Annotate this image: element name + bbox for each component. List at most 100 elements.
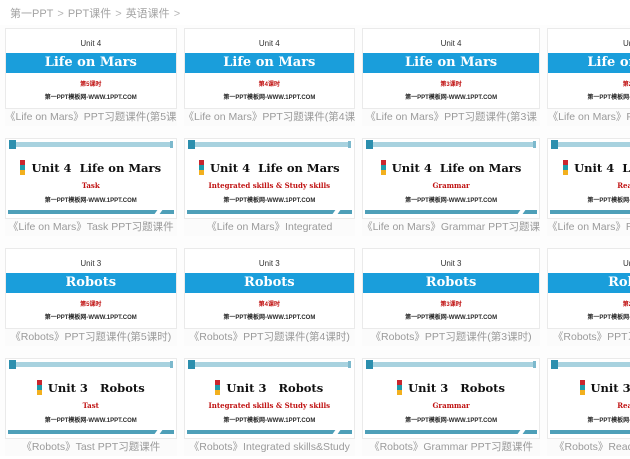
courseware-thumbnail[interactable]: Unit 4 Life on Mars 第5课时 第一PPT模板网-WWW.1P…: [5, 28, 177, 109]
courseware-thumbnail[interactable]: Unit 4 Life on Mars Reading 第一PPT模板网-WWW…: [547, 138, 630, 219]
top-bar-decoration: [366, 362, 536, 367]
courseware-caption-link[interactable]: 《Life on Mars》Grammar PPT习题课: [362, 219, 540, 236]
courseware-thumbnail[interactable]: Unit 3 Robots Grammar 第一PPT模板网-WWW.1PPT.…: [362, 358, 540, 439]
courseware-thumbnail[interactable]: Unit 3 Robots Integrated skills & Study …: [184, 358, 356, 439]
slide-subtitle: Grammar: [363, 181, 539, 190]
watermark-text: 第一PPT模板网-WWW.1PPT.COM: [6, 312, 176, 321]
lesson-number: 第2课时: [548, 299, 630, 308]
unit-label: Unit 4: [363, 39, 539, 48]
lesson-number: 第2课时: [548, 79, 630, 88]
bottom-bar-decoration: [365, 430, 537, 434]
unit-label: Unit 3: [363, 259, 539, 268]
lesson-number: 第3课时: [363, 79, 539, 88]
slide-title: Unit 3 Robots: [226, 381, 323, 395]
courseware-caption-link[interactable]: 《Life on Mars》Reading PPT习题课: [547, 219, 630, 236]
courseware-caption-link[interactable]: 《Life on Mars》PPT习题课件(第5课: [5, 109, 177, 126]
courseware-thumbnail[interactable]: Unit 3 Robots 第3课时 第一PPT模板网-WWW.1PPT.COM: [362, 248, 540, 329]
slide-subtitle: Integrated skills & Study skills: [185, 401, 355, 410]
watermark-text: 第一PPT模板网-WWW.1PPT.COM: [6, 415, 176, 424]
courseware-caption-link[interactable]: 《Life on Mars》PPT习题课件(第3课: [362, 109, 540, 126]
watermark-text: 第一PPT模板网-WWW.1PPT.COM: [363, 92, 539, 101]
courseware-thumbnail[interactable]: Unit 4 Life on Mars Task 第一PPT模板网-WWW.1P…: [5, 138, 177, 219]
watermark-text: 第一PPT模板网-WWW.1PPT.COM: [185, 415, 355, 424]
watermark-text: 第一PPT模板网-WWW.1PPT.COM: [548, 312, 630, 321]
breadcrumb-separator: >: [174, 8, 180, 20]
slide-subtitle: Reading: [548, 181, 630, 190]
lesson-number: 第4课时: [185, 299, 355, 308]
slide-title: Unit 4 Life on Mars: [574, 161, 630, 175]
slide-banner-title: Life on Mars: [548, 53, 630, 73]
slide-title: Unit 4 Life on Mars: [392, 161, 522, 175]
slide-title: Unit 3 Robots: [48, 381, 145, 395]
breadcrumb-link[interactable]: PPT课件: [68, 8, 111, 20]
courseware-item: Unit 4 Life on Mars 第3课时 第一PPT模板网-WWW.1P…: [362, 28, 540, 126]
stacked-cubes-icon: [563, 160, 568, 175]
unit-label: Unit 4: [6, 39, 176, 48]
unit-label: Unit 3: [548, 259, 630, 268]
courseware-thumbnail[interactable]: Unit 3 Robots 第2课时 第一PPT模板网-WWW.1PPT.COM: [547, 248, 630, 329]
breadcrumb-link[interactable]: 英语课件: [126, 8, 170, 20]
courseware-caption-link[interactable]: 《Robots》Tast PPT习题课件: [5, 439, 177, 456]
lesson-number: 第4课时: [185, 79, 355, 88]
watermark-text: 第一PPT模板网-WWW.1PPT.COM: [185, 312, 355, 321]
courseware-item: Unit 4 Life on Mars Grammar 第一PPT模板网-WWW…: [362, 138, 540, 236]
courseware-item: Unit 4 Life on Mars 第2课时 第一PPT模板网-WWW.1P…: [547, 28, 630, 126]
stacked-cubes-icon: [580, 380, 585, 395]
courseware-thumbnail[interactable]: Unit 4 Life on Mars 第4课时 第一PPT模板网-WWW.1P…: [184, 28, 356, 109]
courseware-caption-link[interactable]: 《Robots》PPT习题课件(第5课时): [5, 329, 177, 346]
courseware-caption-link[interactable]: 《Robots》Reading PPT习题课件: [547, 439, 630, 456]
stacked-cubes-icon: [37, 380, 42, 395]
courseware-item: Unit 3 Robots Grammar 第一PPT模板网-WWW.1PPT.…: [362, 358, 540, 456]
slide-subtitle: Integrated skills & Study skills: [185, 181, 355, 190]
courseware-thumbnail[interactable]: Unit 3 Robots 第5课时 第一PPT模板网-WWW.1PPT.COM: [5, 248, 177, 329]
courseware-caption-link[interactable]: 《Life on Mars》PPT习题课件(第2课: [547, 109, 630, 126]
lesson-number: 第3课时: [363, 299, 539, 308]
courseware-thumbnail[interactable]: Unit 4 Life on Mars 第2课时 第一PPT模板网-WWW.1P…: [547, 28, 630, 109]
slide-banner-title: Robots: [6, 273, 176, 293]
courseware-caption-link[interactable]: 《Robots》PPT习题课件(第4课时): [184, 329, 356, 346]
courseware-item: Unit 3 Robots Reading 第一PPT模板网-WWW.1PPT.…: [547, 358, 630, 456]
slide-subtitle: Task: [6, 181, 176, 190]
courseware-caption-link[interactable]: 《Life on Mars》Integrated: [184, 219, 356, 236]
courseware-item: Unit 3 Robots 第5课时 第一PPT模板网-WWW.1PPT.COM…: [5, 248, 177, 346]
top-bar-decoration: [551, 142, 630, 147]
slide-title: Unit 3 Robots: [408, 381, 505, 395]
courseware-caption-link[interactable]: 《Robots》Integrated skills&Study: [184, 439, 356, 456]
stacked-cubes-icon: [397, 380, 402, 395]
stacked-cubes-icon: [381, 160, 386, 175]
stacked-cubes-icon: [215, 380, 220, 395]
courseware-item: Unit 3 Robots Integrated skills & Study …: [184, 358, 356, 456]
courseware-thumbnail[interactable]: Unit 3 Robots Tast 第一PPT模板网-WWW.1PPT.COM: [5, 358, 177, 439]
courseware-caption-link[interactable]: 《Life on Mars》PPT习题课件(第4课: [184, 109, 356, 126]
watermark-text: 第一PPT模板网-WWW.1PPT.COM: [548, 415, 630, 424]
slide-subtitle: Grammar: [363, 401, 539, 410]
bottom-bar-decoration: [550, 210, 630, 214]
stacked-cubes-icon: [20, 160, 25, 175]
watermark-text: 第一PPT模板网-WWW.1PPT.COM: [363, 195, 539, 204]
breadcrumb-link[interactable]: 第一PPT: [10, 8, 53, 20]
courseware-thumbnail[interactable]: Unit 3 Robots 第4课时 第一PPT模板网-WWW.1PPT.COM: [184, 248, 356, 329]
courseware-caption-link[interactable]: 《Robots》PPT习题课件(第3课时): [362, 329, 540, 346]
breadcrumb-separator: >: [115, 8, 121, 20]
breadcrumb-separator: >: [57, 8, 63, 20]
lesson-number: 第5课时: [6, 299, 176, 308]
watermark-text: 第一PPT模板网-WWW.1PPT.COM: [363, 415, 539, 424]
slide-banner-title: Robots: [363, 273, 539, 293]
watermark-text: 第一PPT模板网-WWW.1PPT.COM: [185, 92, 355, 101]
slide-title: Unit 4 Life on Mars: [210, 161, 340, 175]
courseware-caption-link[interactable]: 《Life on Mars》Task PPT习题课件: [5, 219, 177, 236]
top-bar-decoration: [551, 362, 630, 367]
courseware-caption-link[interactable]: 《Robots》PPT习题课件(第2课时): [547, 329, 630, 346]
unit-label: Unit 3: [185, 259, 355, 268]
courseware-thumbnail[interactable]: Unit 4 Life on Mars Grammar 第一PPT模板网-WWW…: [362, 138, 540, 219]
bottom-bar-decoration: [8, 430, 174, 434]
courseware-caption-link[interactable]: 《Robots》Grammar PPT习题课件: [362, 439, 540, 456]
slide-banner-title: Life on Mars: [185, 53, 355, 73]
courseware-thumbnail[interactable]: Unit 3 Robots Reading 第一PPT模板网-WWW.1PPT.…: [547, 358, 630, 439]
top-bar-decoration: [9, 362, 173, 367]
courseware-thumbnail[interactable]: Unit 4 Life on Mars 第3课时 第一PPT模板网-WWW.1P…: [362, 28, 540, 109]
unit-label: Unit 4: [548, 39, 630, 48]
top-bar-decoration: [9, 142, 173, 147]
courseware-item: Unit 4 Life on Mars 第5课时 第一PPT模板网-WWW.1P…: [5, 28, 177, 126]
courseware-thumbnail[interactable]: Unit 4 Life on Mars Integrated skills & …: [184, 138, 356, 219]
